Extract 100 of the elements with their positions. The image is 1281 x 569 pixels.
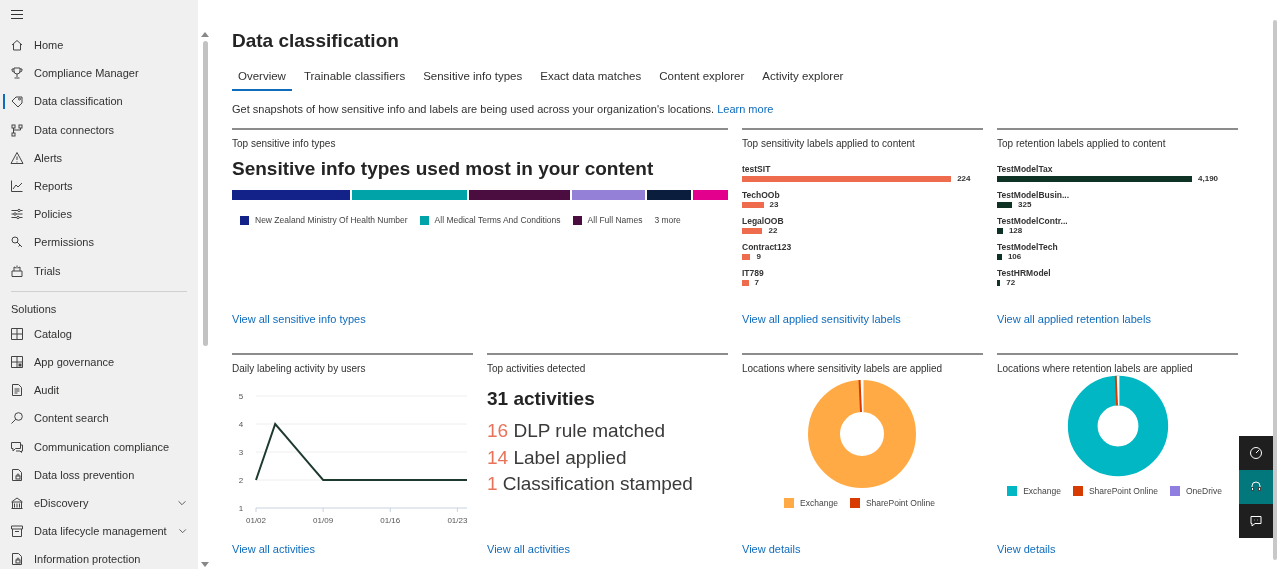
nav-item[interactable]: eDiscovery (0, 488, 198, 517)
trophy-icon (10, 66, 24, 81)
card-title: Locations where retention labels are applied (997, 363, 1194, 374)
nav-item[interactable]: Trials (0, 256, 198, 285)
bar-value: 23 (769, 200, 779, 210)
legend-label: OneDrive (1185, 486, 1222, 496)
bar-value: 4,190 (1198, 174, 1219, 184)
nav-item[interactable]: Compliance Manager (0, 59, 198, 88)
bar-value: 72 (1006, 278, 1016, 288)
legend-label: New Zealand Ministry Of Health Number (255, 215, 408, 225)
legend-label: SharePoint Online (1088, 486, 1158, 496)
nav-item[interactable]: Data lifecycle management (0, 517, 198, 546)
label-name: TestModelContr... (997, 216, 1069, 226)
axis-label: 01/09 (313, 516, 334, 525)
bar-value: 325 (1018, 200, 1032, 210)
learn-more-link[interactable]: Learn more (717, 103, 774, 115)
tab[interactable]: Overview (232, 70, 292, 91)
label-name: TestModelBusin... (997, 190, 1071, 200)
scrollbar-thumb[interactable] (1273, 20, 1277, 560)
scrollbar-thumb[interactable] (202, 41, 208, 346)
view-all-link[interactable]: View details (742, 543, 801, 555)
label-name: TestModelTech (997, 242, 1059, 252)
page-title: Data classification (232, 30, 400, 52)
building-icon (10, 495, 24, 510)
nav-item[interactable]: Permissions (0, 228, 198, 257)
label-name: testSIT (742, 164, 772, 174)
intro-text: Get snapshots of how sensitive info and labels are being used across your organization's locations. Learn more (232, 103, 775, 115)
axis-label: 4 (238, 420, 244, 429)
view-all-link[interactable]: View details (997, 543, 1056, 555)
bar-value: 7 (754, 278, 760, 288)
axis-label: 1 (238, 504, 244, 513)
connector-icon (10, 122, 24, 137)
card-title: Locations where sensitivity labels are applied (742, 363, 944, 374)
nav-item[interactable]: Reports (0, 171, 198, 201)
nav-item[interactable]: Information protection (0, 545, 198, 569)
tab[interactable]: Activity explorer (756, 70, 850, 91)
tab[interactable]: Trainable classifiers (297, 70, 412, 91)
axis-label: 01/02 (246, 516, 266, 525)
activity-line: 16 DLP rule matched (487, 419, 667, 443)
nav-item[interactable]: Alerts (0, 143, 198, 172)
label-name: TechOOb (742, 190, 781, 200)
warning-icon (10, 150, 24, 165)
view-all-link[interactable]: View all applied sensitivity labels (742, 313, 901, 325)
tab[interactable]: Content explorer (653, 70, 751, 91)
more-link[interactable]: 3 more (654, 215, 681, 225)
label-name: TestHRModel (997, 268, 1052, 278)
nav-item[interactable]: Data classification (0, 87, 198, 116)
label-name: LegalOOB (742, 216, 785, 226)
axis-label: 3 (238, 448, 244, 457)
view-all-link[interactable]: View all sensitive info types (232, 313, 366, 325)
headset-icon (1249, 480, 1263, 494)
label-name: IT789 (742, 268, 765, 278)
card-title: Top retention labels applied to content (997, 138, 1167, 149)
card-title: Top activities detected (487, 363, 587, 374)
bar-value: 106 (1007, 252, 1022, 262)
chat-icon (1249, 514, 1263, 528)
side-button[interactable] (1239, 504, 1273, 538)
nav-item[interactable]: App governance (0, 347, 198, 377)
line-chart-icon (10, 179, 24, 194)
bar-value: 224 (957, 174, 971, 184)
axis-label: 5 (238, 392, 244, 401)
label-name: TestModelTax (997, 164, 1054, 174)
axis-label: 01/23 (447, 516, 468, 525)
legend-label: SharePoint Online (865, 498, 935, 508)
tag-icon (10, 94, 24, 109)
search-icon (10, 411, 24, 426)
sliders-icon (10, 207, 24, 222)
nav-item[interactable]: Data connectors (0, 115, 198, 144)
gauge-icon (1249, 446, 1263, 460)
side-button[interactable] (1239, 436, 1273, 470)
activity-total: 31 activities (487, 388, 596, 410)
scroll-up-arrow[interactable] (201, 32, 209, 37)
archive-icon (10, 524, 24, 539)
view-all-link[interactable]: View all activities (232, 543, 315, 555)
nav-item[interactable]: Catalog (0, 319, 198, 348)
document-lock-icon (10, 552, 24, 567)
nav-item[interactable]: Home (0, 31, 198, 60)
bar-value: 22 (768, 226, 778, 236)
card-headline: Sensitive info types used most in your content (232, 158, 655, 180)
legend-label: All Medical Terms And Conditions (434, 215, 561, 225)
card-title: Daily labeling activity by users (232, 363, 367, 374)
scroll-down-arrow[interactable] (201, 562, 209, 567)
tab[interactable]: Sensitive info types (417, 70, 529, 91)
card-title: Top sensitive info types (232, 138, 337, 149)
tab[interactable]: Exact data matches (534, 70, 648, 91)
view-all-link[interactable]: View all applied retention labels (997, 313, 1151, 325)
nav-item[interactable]: Audit (0, 376, 198, 405)
axis-label: 2 (238, 476, 244, 485)
activity-line: 1 Classification stamped (487, 472, 694, 496)
nav-item[interactable]: Policies (0, 200, 198, 229)
nav-item[interactable]: Communication compliance (0, 432, 198, 461)
home-icon (10, 38, 24, 53)
bar-value: 9 (756, 252, 761, 262)
nav-item[interactable]: Data loss prevention (0, 460, 198, 489)
label-name: Contract123 (742, 242, 793, 252)
view-all-link[interactable]: View all activities (487, 543, 570, 555)
nav-item[interactable]: Content search (0, 404, 198, 433)
axis-label: 01/16 (380, 516, 401, 525)
menu-icon[interactable] (11, 10, 23, 19)
chat-icon (10, 439, 24, 454)
